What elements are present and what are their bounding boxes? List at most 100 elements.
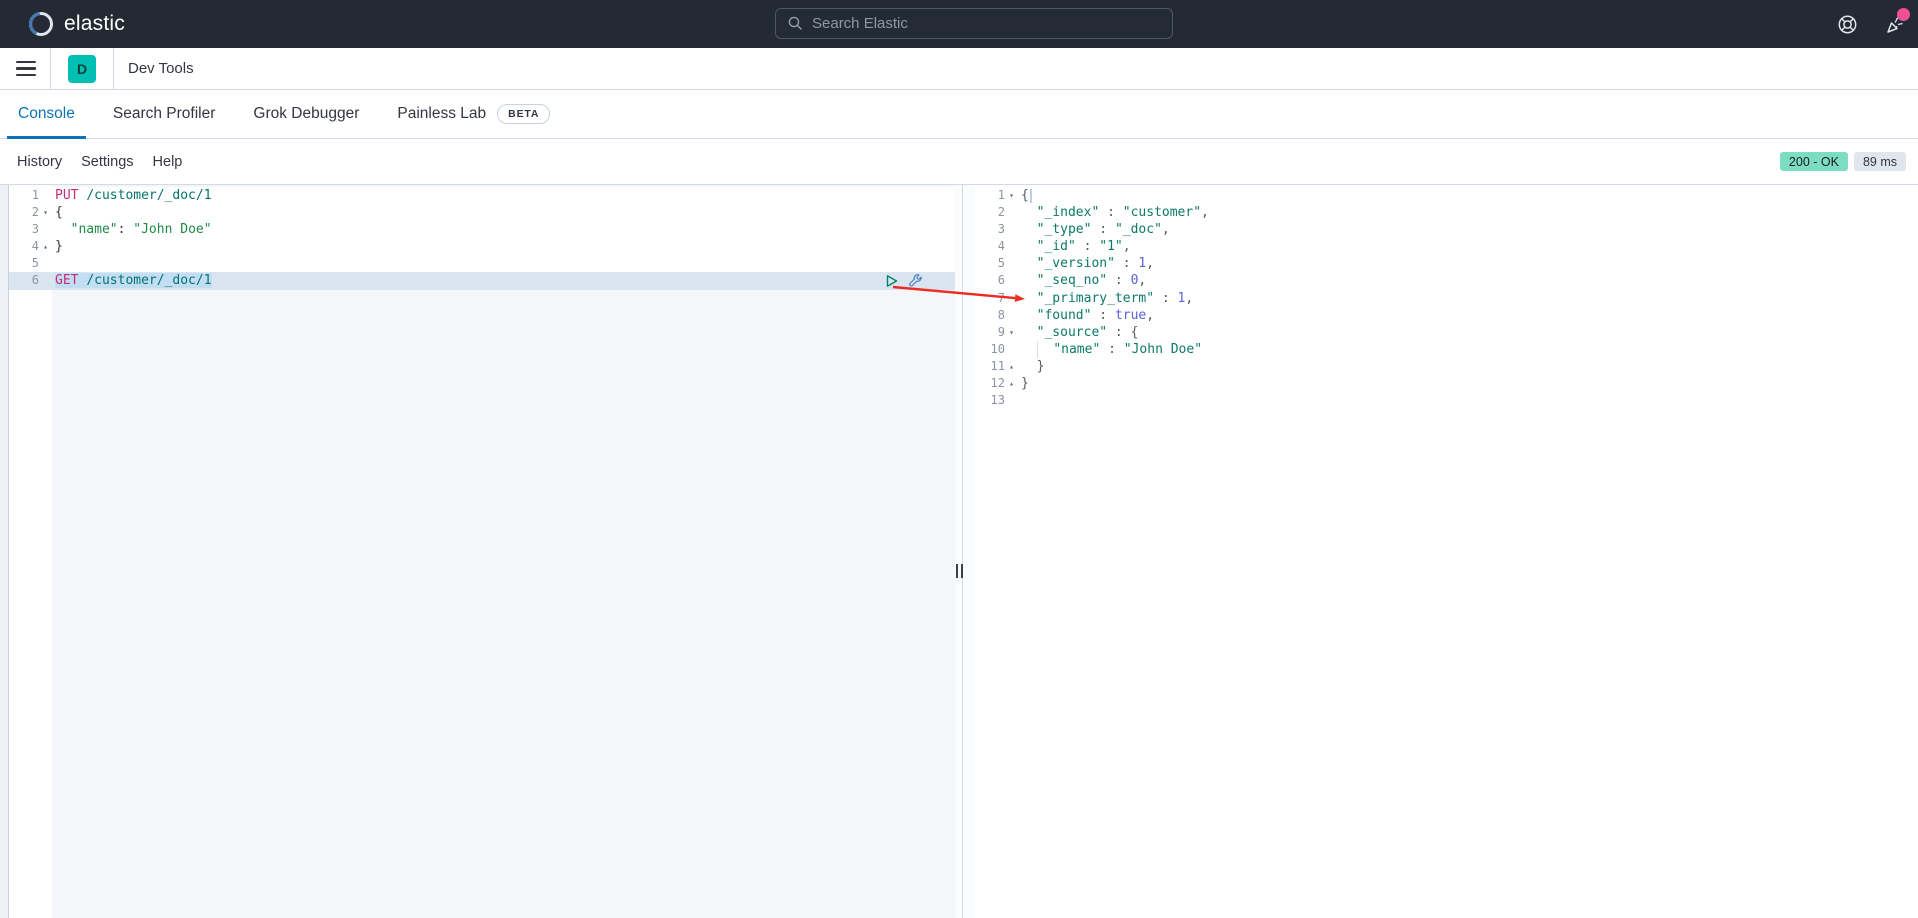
top-navigation-bar: elastic [0, 0, 1918, 48]
toolbar-link-help[interactable]: Help [153, 154, 183, 170]
code-text: "_version" : 1, [1018, 255, 1154, 272]
fold-slot [1005, 392, 1018, 409]
code-text: PUT /customer/_doc/1 [52, 187, 212, 204]
fold-open-icon[interactable]: ▾ [1005, 187, 1018, 204]
fold-open-icon[interactable]: ▾ [1005, 324, 1018, 341]
search-icon [788, 16, 803, 31]
brand-name: elastic [64, 12, 125, 36]
response-line-6[interactable]: 6 "_seq_no" : 0, [975, 272, 1918, 289]
dev-tools-app-icon[interactable]: D [68, 55, 96, 83]
code-text: "_index" : "customer", [1018, 204, 1209, 221]
line-number: 12 [975, 375, 1005, 392]
response-line-4[interactable]: 4 "_id" : "1", [975, 238, 1918, 255]
request-line-6[interactable]: 6GET /customer/_doc/1 [9, 272, 955, 289]
response-line-5[interactable]: 5 "_version" : 1, [975, 255, 1918, 272]
elastic-logo-icon [28, 11, 54, 37]
response-time-badge: 89 ms [1854, 152, 1906, 171]
fold-slot [39, 272, 52, 289]
code-text: "_primary_term" : 1, [1018, 290, 1193, 307]
request-gutter [9, 185, 52, 918]
request-line-4[interactable]: 4▴} [9, 238, 955, 255]
status-badge: 200 - OK [1780, 152, 1848, 171]
code-text: { [52, 204, 63, 221]
code-text: } [1018, 375, 1029, 392]
fold-close-icon[interactable]: ▴ [1005, 358, 1018, 375]
tab-painless-lab[interactable]: Painless LabBETA [386, 90, 561, 138]
divider [113, 48, 114, 90]
tab-console[interactable]: Console [7, 90, 86, 138]
wrench-icon[interactable] [908, 274, 923, 289]
splitter-handle-icon[interactable] [956, 564, 963, 578]
line-number: 3 [9, 221, 39, 238]
fold-slot [1005, 238, 1018, 255]
line-number: 5 [975, 255, 1005, 272]
code-text: { [1018, 187, 1032, 204]
help-icon[interactable] [1836, 13, 1858, 35]
console-workspace: 1PUT /customer/_doc/12▾{3 "name": "John … [0, 185, 1918, 918]
line-number: 9 [975, 324, 1005, 341]
line-number: 6 [9, 272, 39, 289]
line-number: 10 [975, 341, 1005, 358]
console-toolbar: History Settings Help 200 - OK 89 ms [0, 139, 1918, 185]
fold-slot [1005, 341, 1018, 358]
request-editor[interactable]: 1PUT /customer/_doc/12▾{3 "name": "John … [0, 185, 955, 918]
toolbar-link-history[interactable]: History [17, 154, 62, 170]
response-line-12[interactable]: 12▴} [975, 375, 1918, 392]
text-cursor [1030, 189, 1032, 203]
panel-splitter[interactable] [955, 185, 975, 918]
request-line-3[interactable]: 3 "name": "John Doe" [9, 221, 955, 238]
response-line-3[interactable]: 3 "_type" : "_doc", [975, 221, 1918, 238]
notification-dot [1897, 8, 1910, 21]
code-text: } [52, 238, 63, 255]
line-number: 2 [975, 204, 1005, 221]
fold-slot [1005, 204, 1018, 221]
fold-slot [39, 187, 52, 204]
fold-close-icon[interactable]: ▴ [39, 238, 52, 255]
line-number: 8 [975, 307, 1005, 324]
line-number: 1 [9, 187, 39, 204]
line-number: 1 [975, 187, 1005, 204]
response-line-8[interactable]: 8 "found" : true, [975, 307, 1918, 324]
response-line-11[interactable]: 11▴ } [975, 358, 1918, 375]
response-editor[interactable]: 1▾{2 "_index" : "customer",3 "_type" : "… [975, 185, 1918, 918]
play-icon[interactable] [885, 274, 899, 288]
code-text: "name": "John Doe" [52, 221, 212, 238]
toolbar-link-settings[interactable]: Settings [81, 154, 133, 170]
tab-search-profiler[interactable]: Search Profiler [102, 90, 227, 138]
fold-open-icon[interactable]: ▾ [39, 204, 52, 221]
response-line-10[interactable]: 10 "name" : "John Doe" [975, 341, 1918, 358]
beta-badge: BETA [497, 104, 550, 124]
tab-grok-debugger[interactable]: Grok Debugger [242, 90, 370, 138]
search-input[interactable] [812, 15, 1132, 32]
line-number: 11 [975, 358, 1005, 375]
response-line-2[interactable]: 2 "_index" : "customer", [975, 204, 1918, 221]
fold-slot [1005, 255, 1018, 272]
code-text: "_type" : "_doc", [1018, 221, 1170, 238]
request-actions[interactable] [885, 274, 923, 289]
code-text: "_source" : { [1018, 324, 1138, 341]
response-line-9[interactable]: 9▾ "_source" : { [975, 324, 1918, 341]
request-line-1[interactable]: 1 PUT /customer/_doc/1 [9, 187, 955, 204]
response-line-13[interactable]: 13 [975, 392, 1918, 409]
fold-close-icon[interactable]: ▴ [1005, 375, 1018, 392]
line-number: 13 [975, 392, 1005, 409]
menu-hamburger-icon[interactable] [16, 61, 36, 77]
fold-slot [1005, 221, 1018, 238]
news-feed-icon[interactable] [1884, 13, 1906, 35]
code-text: "found" : true, [1018, 307, 1154, 324]
fold-slot [39, 221, 52, 238]
app-header-bar: D Dev Tools [0, 48, 1918, 90]
fold-slot [1005, 307, 1018, 324]
code-text: "_seq_no" : 0, [1018, 272, 1146, 289]
response-line-7[interactable]: 7 "_primary_term" : 1, [975, 290, 1918, 307]
code-text: "name" : "John Doe" [1018, 341, 1202, 358]
dev-tools-tabs: Console Search Profiler Grok Debugger Painl… [0, 90, 1918, 139]
response-line-1[interactable]: 1▾{ [975, 187, 1918, 204]
request-line-2[interactable]: 2▾{ [9, 204, 955, 221]
tab-label: Console [18, 105, 75, 123]
request-line-5[interactable]: 5 [9, 255, 955, 272]
fold-slot [39, 255, 52, 272]
global-search[interactable] [775, 8, 1173, 39]
line-number: 2 [9, 204, 39, 221]
fold-slot [1005, 290, 1018, 307]
